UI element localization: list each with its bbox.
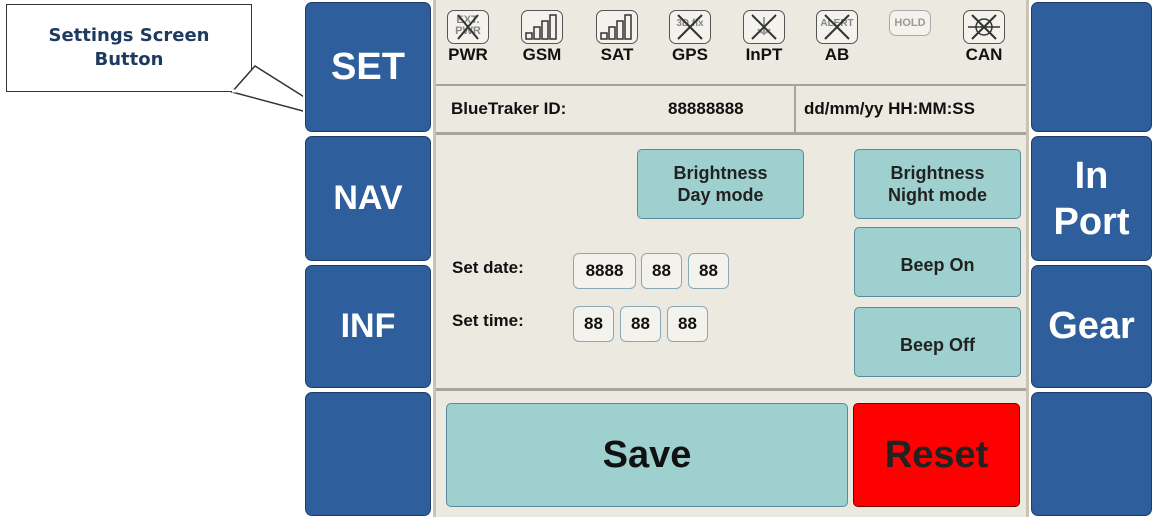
date-day-field[interactable]: 88 <box>688 253 729 289</box>
date-year-field[interactable]: 8888 <box>573 253 636 289</box>
gps-label: GPS <box>672 45 708 64</box>
set-button[interactable]: SET <box>305 2 431 132</box>
can-icon <box>963 10 1005 44</box>
inport-label: InPT <box>745 45 783 64</box>
device-screen: SET NAV INF EXT. PWR PWR GSM SAT 3D fix … <box>303 0 1152 517</box>
beep-off-button[interactable]: Beep Off <box>854 307 1021 377</box>
sat-label: SAT <box>600 45 634 64</box>
left-blank-button[interactable] <box>305 392 431 516</box>
right-blank-button-bottom[interactable] <box>1031 392 1152 516</box>
beep-on-button[interactable]: Beep On <box>854 227 1021 297</box>
status-gps: 3D fix GPS <box>662 10 718 65</box>
datetime-value: dd/mm/yy HH:MM:SS <box>804 99 975 118</box>
brightness-night-button[interactable]: Brightness Night mode <box>854 149 1021 219</box>
status-pwr: EXT. PWR PWR <box>440 10 496 65</box>
gear-button[interactable]: Gear <box>1031 265 1152 388</box>
set-date-label: Set date: <box>452 258 524 277</box>
brightness-day-label: Brightness Day mode <box>673 163 768 205</box>
id-label: BlueTraker ID: <box>451 99 567 118</box>
gsm-signal-icon <box>521 10 563 44</box>
id-value: 88888888 <box>668 99 744 118</box>
brightness-night-label: Brightness Night mode <box>888 163 987 205</box>
time-second-field[interactable]: 88 <box>667 306 708 342</box>
id-divider <box>794 86 796 132</box>
can-label: CAN <box>965 45 1003 64</box>
time-minute-field[interactable]: 88 <box>620 306 661 342</box>
ext-pwr-icon: EXT. PWR <box>447 10 489 44</box>
pwr-label: PWR <box>448 45 488 64</box>
brightness-day-button[interactable]: Brightness Day mode <box>637 149 804 219</box>
status-hold: HOLD <box>882 10 938 37</box>
date-month-field[interactable]: 88 <box>641 253 682 289</box>
sat-signal-icon <box>596 10 638 44</box>
ab-label: AB <box>824 45 850 64</box>
hold-icon: HOLD <box>889 10 931 36</box>
hold-icon-text: HOLD <box>894 17 926 29</box>
right-blank-button-top[interactable] <box>1031 2 1152 132</box>
nav-button[interactable]: NAV <box>305 136 431 261</box>
status-bar: EXT. PWR PWR GSM SAT 3D fix GPS InPT ALE… <box>436 0 1026 86</box>
inport-icon <box>743 10 785 44</box>
status-can: CAN <box>956 10 1012 65</box>
status-gsm: GSM <box>514 10 570 65</box>
status-sat: SAT <box>589 10 645 65</box>
save-button[interactable]: Save <box>446 403 848 507</box>
in-port-label: In Port <box>1053 154 1130 243</box>
id-row: BlueTraker ID: 88888888 dd/mm/yy HH:MM:S… <box>436 86 1026 135</box>
alert-icon: ALERT <box>816 10 858 44</box>
set-time-label: Set time: <box>452 311 524 330</box>
status-alert: ALERT AB <box>809 10 865 65</box>
in-port-button[interactable]: In Port <box>1031 136 1152 261</box>
main-panel: EXT. PWR PWR GSM SAT 3D fix GPS InPT ALE… <box>433 0 1029 517</box>
status-inport: InPT <box>736 10 792 65</box>
reset-button[interactable]: Reset <box>853 403 1020 507</box>
gps-icon: 3D fix <box>669 10 711 44</box>
bottom-divider <box>436 388 1026 391</box>
time-hour-field[interactable]: 88 <box>573 306 614 342</box>
gsm-label: GSM <box>522 45 562 64</box>
inf-button[interactable]: INF <box>305 265 431 388</box>
